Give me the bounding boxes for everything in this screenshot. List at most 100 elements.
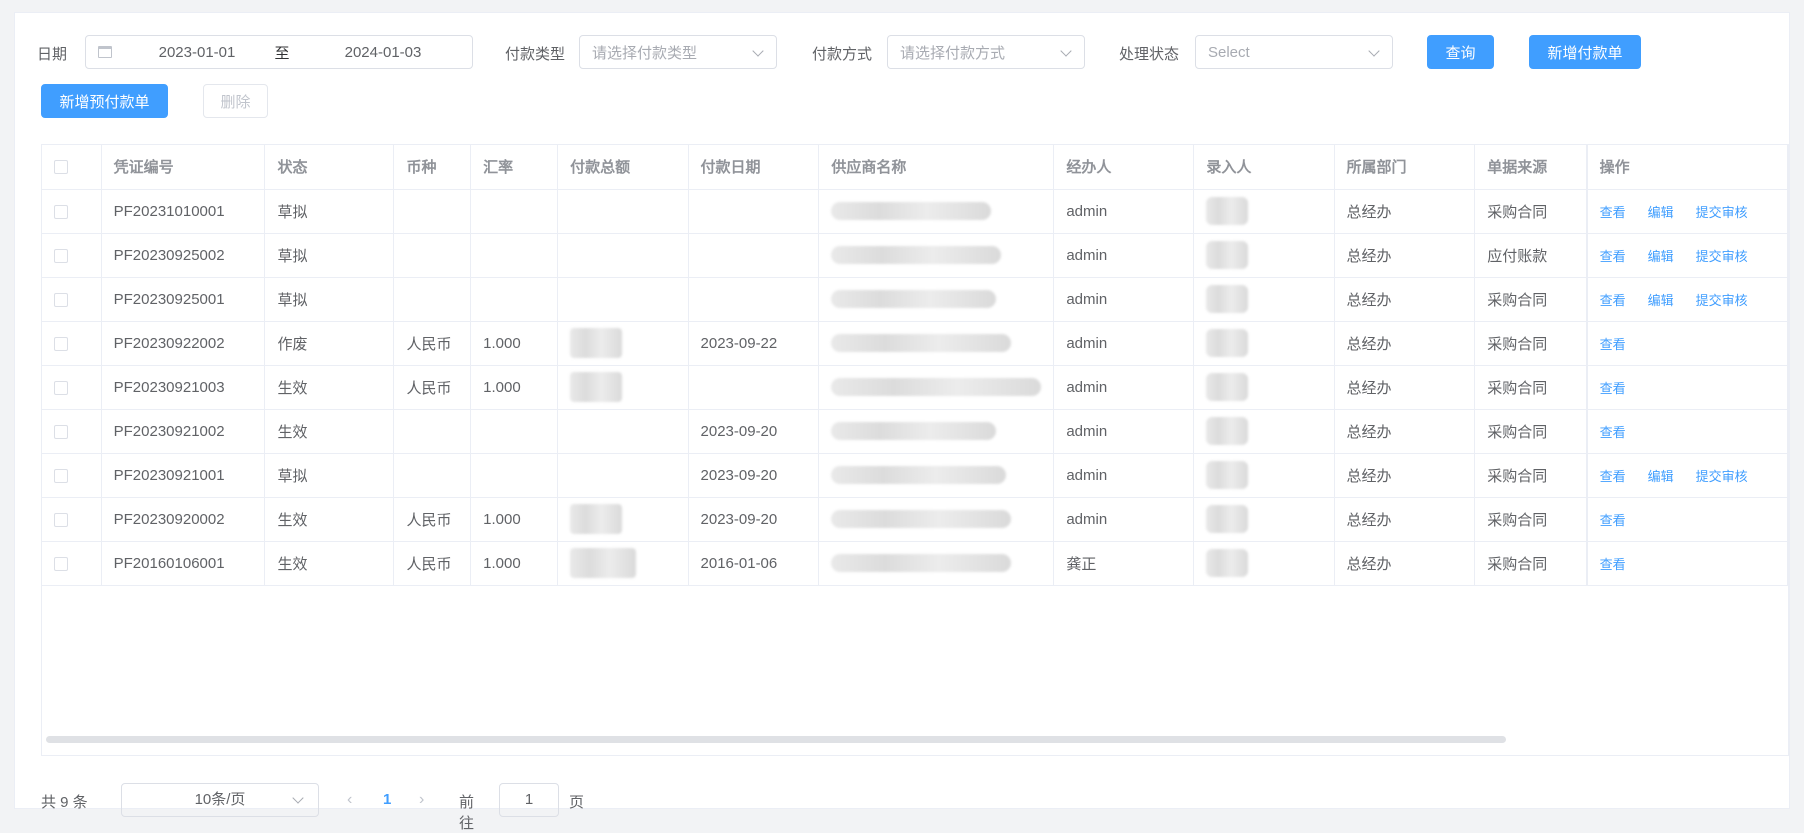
cell-date — [688, 233, 820, 278]
cell-rate: 1.000 — [470, 365, 559, 410]
row-checkbox[interactable] — [54, 292, 68, 307]
cell-date — [688, 277, 820, 322]
row-select-cell[interactable] — [42, 277, 102, 322]
pay-type-label: 付款类型 — [505, 46, 566, 63]
select-all-cell[interactable] — [42, 145, 102, 190]
edit-link[interactable]: 编辑 — [1648, 205, 1674, 220]
view-link[interactable]: 查看 — [1600, 469, 1626, 484]
cell-rate — [470, 233, 559, 278]
table-row[interactable]: PF20230922002 作废 人民币 1.000 2023-09-22 admin 总经… — [42, 321, 1788, 366]
table-row[interactable]: PF20231010001 草拟 admin 总经办 采购合同 查看 编辑 提交审核 — [42, 189, 1788, 234]
date-start[interactable]: 2023-01-01 — [142, 44, 252, 61]
submit-review-link[interactable]: 提交审核 — [1696, 249, 1748, 264]
new-payment-button[interactable]: 新增付款单 — [1529, 35, 1641, 69]
cell-ops: 查看 — [1585, 365, 1788, 410]
cell-currency: 人民币 — [393, 365, 472, 410]
submit-review-link[interactable]: 提交审核 — [1696, 469, 1748, 484]
cell-currency — [393, 409, 472, 454]
submit-review-link[interactable]: 提交审核 — [1696, 293, 1748, 308]
row-select-cell[interactable] — [42, 233, 102, 278]
redacted-supplier — [831, 290, 997, 309]
row-checkbox[interactable] — [54, 468, 68, 483]
cell-code: PF20230921001 — [101, 453, 266, 498]
row-checkbox[interactable] — [54, 556, 68, 571]
pay-type-select[interactable]: 请选择付款类型 — [579, 35, 777, 69]
row-select-cell[interactable] — [42, 189, 102, 234]
horizontal-scrollbar[interactable] — [46, 736, 1506, 743]
redacted-entry-user — [1206, 549, 1249, 577]
table-row[interactable]: PF20160106001 生效 人民币 1.000 2016-01-06 龚正 总经办 采购… — [42, 541, 1788, 586]
table-row[interactable]: PF20230921001 草拟 2023-09-20 admin 总经办 采购合同 查看 编… — [42, 453, 1788, 498]
cell-currency: 人民币 — [393, 497, 472, 542]
table-row[interactable]: PF20230921003 生效 人民币 1.000 admin 总经办 采购合同 查看 — [42, 365, 1788, 410]
col-header-dept: 所属部门 — [1334, 145, 1476, 190]
row-checkbox[interactable] — [54, 204, 68, 219]
view-link[interactable]: 查看 — [1600, 557, 1626, 572]
query-button[interactable]: 查询 — [1427, 35, 1494, 69]
cell-supplier — [818, 497, 1055, 542]
col-header-supplier: 供应商名称 — [818, 145, 1055, 190]
redacted-supplier — [831, 378, 1042, 397]
submit-review-link[interactable]: 提交审核 — [1696, 205, 1748, 220]
pay-method-placeholder: 请选择付款方式 — [900, 44, 1006, 62]
row-checkbox[interactable] — [54, 336, 68, 351]
page-size-select[interactable]: 10条/页 — [121, 783, 319, 817]
row-select-cell[interactable] — [42, 321, 102, 366]
cell-handler: admin — [1053, 277, 1195, 322]
next-page-icon[interactable]: › — [419, 791, 424, 809]
edit-link[interactable]: 编辑 — [1648, 469, 1674, 484]
row-select-cell[interactable] — [42, 497, 102, 542]
row-checkbox[interactable] — [54, 512, 68, 527]
select-all-checkbox[interactable] — [54, 160, 68, 175]
cell-amount — [557, 277, 689, 322]
table-row[interactable]: PF20230925001 草拟 admin 总经办 采购合同 查看 编辑 提交审核 — [42, 277, 1788, 322]
view-link[interactable]: 查看 — [1600, 249, 1626, 264]
cell-handler: admin — [1053, 409, 1195, 454]
row-select-cell[interactable] — [42, 541, 102, 586]
row-select-cell[interactable] — [42, 409, 102, 454]
edit-link[interactable]: 编辑 — [1648, 249, 1674, 264]
new-prepay-button[interactable]: 新增预付款单 — [41, 84, 168, 118]
row-checkbox[interactable] — [54, 424, 68, 439]
cell-entry — [1193, 365, 1335, 410]
redacted-entry-user — [1206, 329, 1249, 357]
cell-source: 采购合同 — [1474, 277, 1588, 322]
redacted-entry-user — [1206, 417, 1249, 445]
cell-currency — [393, 189, 472, 234]
goto-unit: 页 — [569, 794, 585, 811]
view-link[interactable]: 查看 — [1600, 337, 1626, 352]
edit-link[interactable]: 编辑 — [1648, 293, 1674, 308]
view-link[interactable]: 查看 — [1600, 513, 1626, 528]
cell-handler: admin — [1053, 321, 1195, 366]
date-end[interactable]: 2024-01-03 — [328, 44, 438, 61]
cell-entry — [1193, 453, 1335, 498]
cell-currency — [393, 277, 472, 322]
row-select-cell[interactable] — [42, 365, 102, 410]
row-checkbox[interactable] — [54, 380, 68, 395]
view-link[interactable]: 查看 — [1600, 425, 1626, 440]
view-link[interactable]: 查看 — [1600, 205, 1626, 220]
cell-source: 采购合同 — [1474, 189, 1588, 234]
date-separator: 至 — [274, 44, 290, 62]
table-row[interactable]: PF20230921002 生效 2023-09-20 admin 总经办 采购合同 查看 — [42, 409, 1788, 454]
row-checkbox[interactable] — [54, 248, 68, 263]
delete-button[interactable]: 删除 — [203, 84, 268, 118]
current-page[interactable]: 1 — [383, 791, 391, 808]
table-row[interactable]: PF20230920002 生效 人民币 1.000 2023-09-20 admin 总经… — [42, 497, 1788, 542]
cell-handler: admin — [1053, 453, 1195, 498]
status-select[interactable]: Select — [1195, 35, 1393, 69]
view-link[interactable]: 查看 — [1600, 293, 1626, 308]
redacted-supplier — [831, 246, 1002, 265]
main-card: 日期 2023-01-01 至 2024-01-03 付款类型 请选择付款类型 … — [14, 12, 1790, 832]
view-link[interactable]: 查看 — [1600, 381, 1626, 396]
cell-date — [688, 365, 820, 410]
pay-method-select[interactable]: 请选择付款方式 — [887, 35, 1085, 69]
goto-page-input[interactable]: 1 — [499, 783, 559, 817]
row-select-cell[interactable] — [42, 453, 102, 498]
cell-supplier — [818, 409, 1055, 454]
table-row[interactable]: PF20230925002 草拟 admin 总经办 应付账款 查看 编辑 提交审核 — [42, 233, 1788, 278]
prev-page-icon[interactable]: ‹ — [347, 791, 352, 809]
date-range-picker[interactable]: 2023-01-01 至 2024-01-03 — [85, 35, 473, 69]
cell-source: 采购合同 — [1474, 321, 1588, 366]
cell-amount — [557, 365, 689, 410]
